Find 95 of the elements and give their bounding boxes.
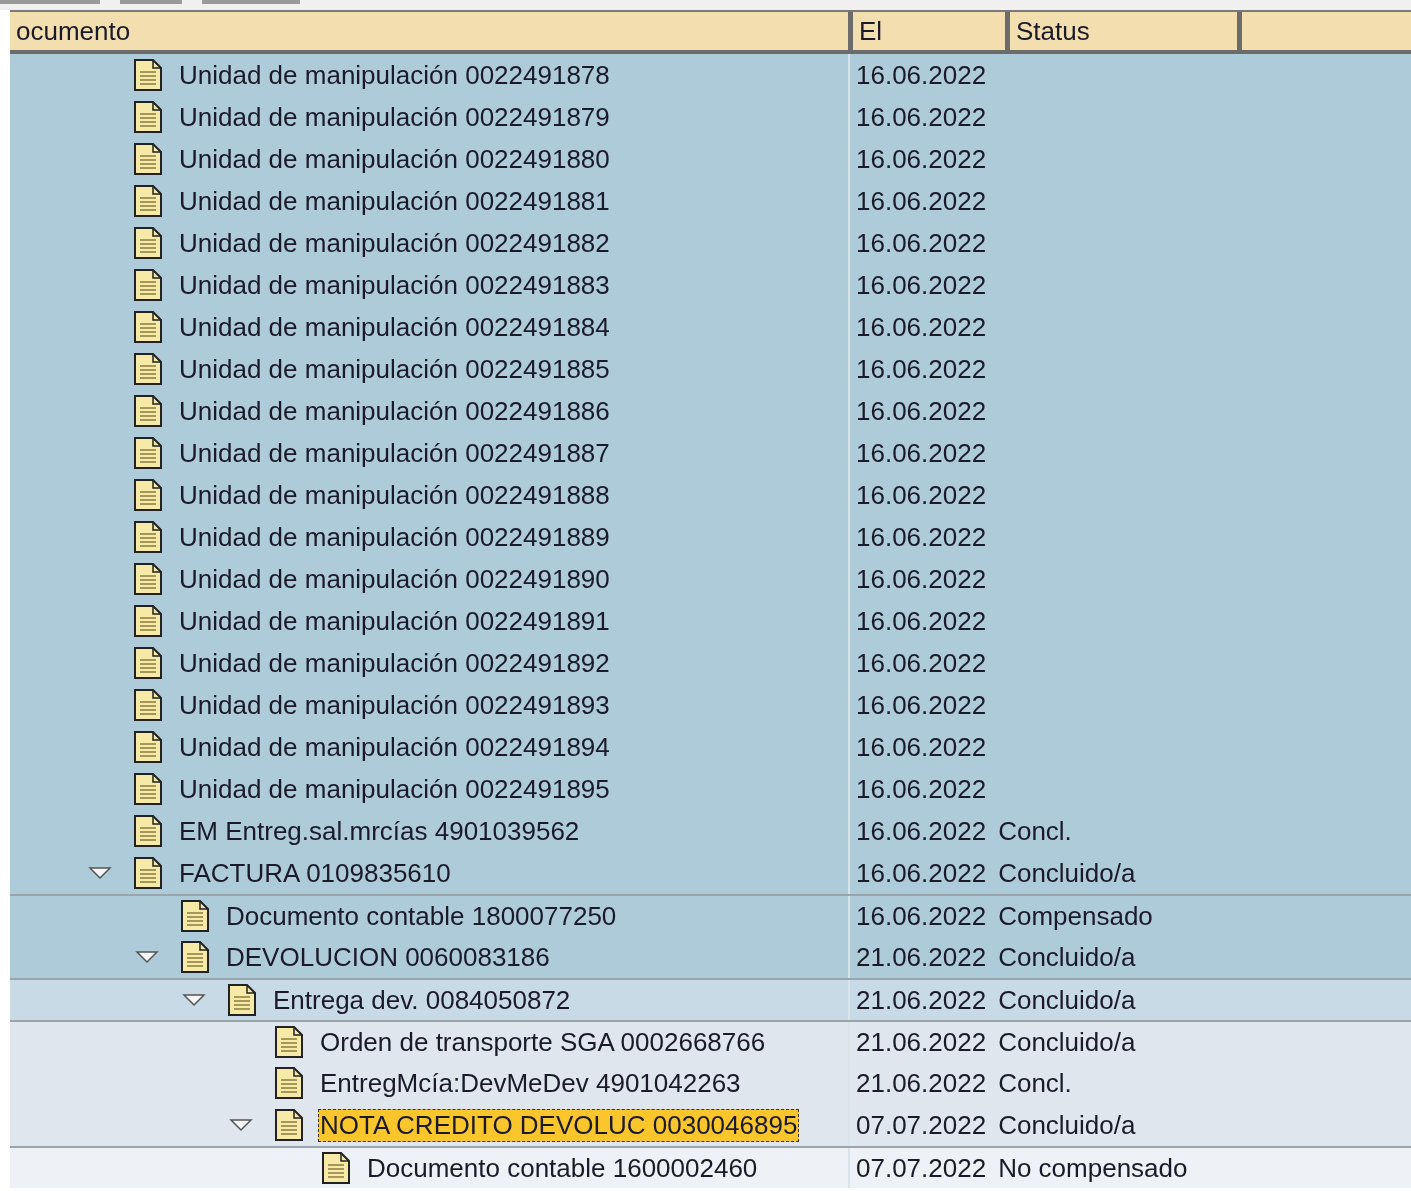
tree-item[interactable]: Unidad de manipulación 0022491886 [177,394,612,428]
document-icon [133,604,163,638]
tree-item[interactable]: Unidad de manipulación 0022491890 [177,562,612,596]
status-cell: Compensado [998,900,1153,932]
date-cell: 21.06.2022 [856,1026,987,1058]
date-cell: 16.06.2022 [856,395,987,427]
document-icon [321,1151,351,1185]
tree-item[interactable]: Unidad de manipulación 0022491878 [177,58,612,92]
date-cell: 16.06.2022 [856,437,987,469]
date-cell: 16.06.2022 [856,731,987,763]
tree-item[interactable]: Unidad de manipulación 0022491879 [177,100,612,134]
document-icon [180,940,210,974]
date-cell: 16.06.2022 [856,311,987,343]
tree-item[interactable]: Unidad de manipulación 0022491885 [177,352,612,386]
date-cell: 16.06.2022 [856,185,987,217]
tree-item[interactable]: Unidad de manipulación 0022491889 [177,520,612,554]
document-icon [133,58,163,92]
collapse-triangle-icon[interactable] [135,950,159,964]
document-icon [133,814,163,848]
document-icon [133,394,163,428]
document-icon [180,899,210,933]
collapse-triangle-icon[interactable] [182,993,206,1007]
date-cell: 16.06.2022 [856,563,987,595]
tree-item[interactable]: Unidad de manipulación 0022491895 [177,772,612,806]
status-cell: Concluido/a [998,1109,1136,1141]
document-icon [274,1108,304,1142]
status-cell: Concl. [998,1067,1072,1099]
tree-item[interactable]: Documento contable 1800077250 [224,899,619,933]
date-cell: 16.06.2022 [856,605,987,637]
date-cell: 16.06.2022 [856,521,987,553]
status-cell: Concl. [998,815,1072,847]
date-cell: 16.06.2022 [856,647,987,679]
status-cell: Concluido/a [998,941,1136,973]
status-cell: Concluido/a [998,984,1136,1016]
tree-item[interactable]: DEVOLUCION 0060083186 [224,940,552,974]
collapse-triangle-icon[interactable] [229,1118,253,1132]
tree-item[interactable]: Unidad de manipulación 0022491880 [177,142,612,176]
document-icon [133,520,163,554]
tree-item[interactable]: Entrega dev. 0084050872 [271,983,573,1017]
date-cell: 16.06.2022 [856,269,987,301]
tree-item[interactable]: Unidad de manipulación 0022491891 [177,604,612,638]
tree-item[interactable]: Documento contable 1600002460 [365,1151,760,1185]
document-icon [133,184,163,218]
status-cell: Concluido/a [998,1026,1136,1058]
date-cell: 21.06.2022 [856,984,987,1016]
date-cell: 16.06.2022 [856,59,987,91]
tree-item[interactable]: Unidad de manipulación 0022491892 [177,646,612,680]
status-cell: Concluido/a [998,857,1136,889]
document-icon [133,688,163,722]
date-cell: 16.06.2022 [856,479,987,511]
date-cell: 16.06.2022 [856,227,987,259]
document-icon [133,352,163,386]
document-icon [133,772,163,806]
date-cell: 16.06.2022 [856,101,987,133]
date-cell: 16.06.2022 [856,900,987,932]
tree-item[interactable]: EntregMcía:DevMeDev 4901042263 [318,1066,743,1100]
document-icon [133,730,163,764]
document-icon [133,310,163,344]
tree-item[interactable]: FACTURA 0109835610 [177,856,453,890]
tree-item[interactable]: Unidad de manipulación 0022491883 [177,268,612,302]
date-cell: 07.07.2022 [856,1109,987,1141]
document-icon [133,142,163,176]
tree-item[interactable]: Unidad de manipulación 0022491894 [177,730,612,764]
date-cell: 16.06.2022 [856,857,987,889]
tree-item[interactable]: Unidad de manipulación 0022491881 [177,184,612,218]
tree-item[interactable]: Unidad de manipulación 0022491884 [177,310,612,344]
tree-item[interactable]: Unidad de manipulación 0022491882 [177,226,612,260]
date-cell: 07.07.2022 [856,1152,987,1184]
document-icon [133,646,163,680]
document-icon [133,226,163,260]
status-cell: No compensado [998,1152,1188,1184]
document-icon [133,268,163,302]
tree-item[interactable]: Unidad de manipulación 0022491893 [177,688,612,722]
document-icon [133,478,163,512]
tree-item[interactable]: Unidad de manipulación 0022491888 [177,478,612,512]
document-icon [274,1025,304,1059]
tree-item[interactable]: NOTA CREDITO DEVOLUC 0030046895 [318,1108,800,1142]
tree-item[interactable]: Orden de transporte SGA 0002668766 [318,1025,768,1059]
date-cell: 16.06.2022 [856,143,987,175]
date-cell: 16.06.2022 [856,689,987,721]
document-icon [133,562,163,596]
document-icon [133,436,163,470]
tree-item[interactable]: Unidad de manipulación 0022491887 [177,436,612,470]
collapse-triangle-icon[interactable] [88,866,112,880]
date-cell: 16.06.2022 [856,353,987,385]
document-icon [133,856,163,890]
document-icon [133,100,163,134]
date-cell: 21.06.2022 [856,1067,987,1099]
date-cell: 16.06.2022 [856,815,987,847]
tree-item[interactable]: EM Entreg.sal.mrcías 4901039562 [177,814,582,848]
document-icon [274,1066,304,1100]
date-cell: 16.06.2022 [856,773,987,805]
date-cell: 21.06.2022 [856,941,987,973]
column-header[interactable]: ocumento [10,12,848,50]
document-icon [227,983,257,1017]
